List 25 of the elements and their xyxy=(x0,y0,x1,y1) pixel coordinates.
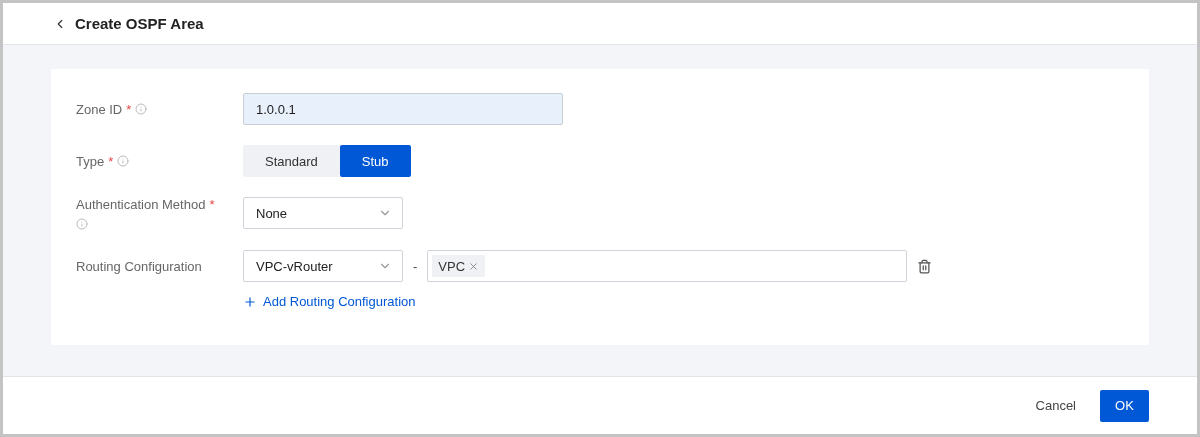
select-field[interactable]: VPC-vRouter xyxy=(243,250,403,282)
separator: - xyxy=(413,258,418,274)
info-icon[interactable] xyxy=(117,155,130,167)
field-label: Authentication Method xyxy=(76,197,206,212)
field-label: Type xyxy=(76,153,105,169)
select-field[interactable]: None xyxy=(243,197,403,229)
page-title: Create OSPF Area xyxy=(75,15,204,32)
required-mark: * xyxy=(209,197,215,212)
trash-icon[interactable] xyxy=(917,258,933,274)
required-mark: * xyxy=(108,153,114,169)
tag-input-field[interactable]: VPC xyxy=(427,250,908,282)
tag: VPC xyxy=(432,255,486,277)
type-option[interactable]: Standard xyxy=(243,145,340,177)
add-routing-link[interactable]: Add Routing Configuration xyxy=(243,294,416,309)
required-mark: * xyxy=(126,101,132,117)
close-icon[interactable] xyxy=(468,260,480,272)
info-icon[interactable] xyxy=(76,218,88,230)
info-icon[interactable] xyxy=(135,103,148,115)
plus-icon xyxy=(243,294,257,309)
cancel-button[interactable]: Cancel xyxy=(1025,392,1086,419)
type-option[interactable]: Stub xyxy=(339,145,411,177)
zone-id-field[interactable]: 1.0.0.1 xyxy=(243,93,563,125)
ok-button[interactable]: OK xyxy=(1100,389,1149,422)
field-label: Zone ID xyxy=(76,101,123,117)
field-label: Routing Configuration xyxy=(76,258,202,274)
